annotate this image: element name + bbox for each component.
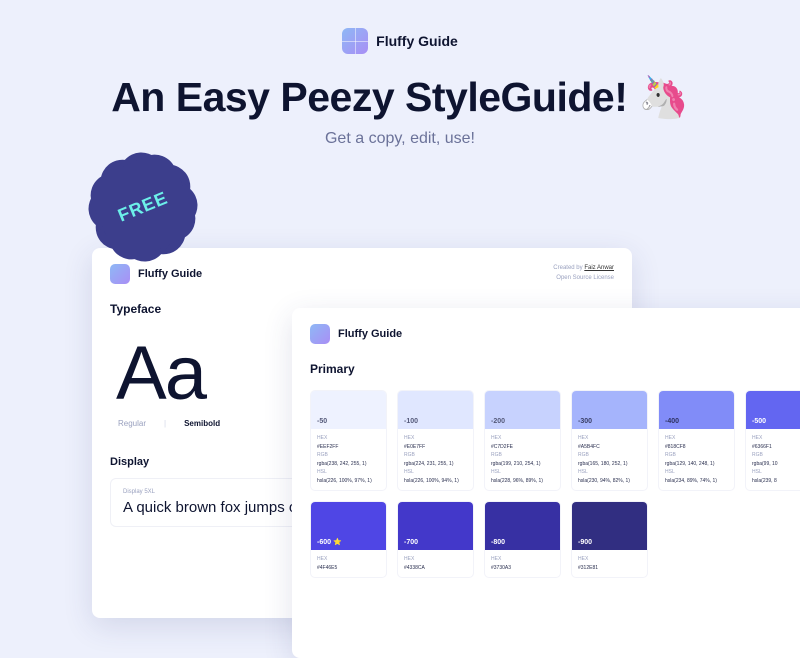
swatch-step: -100 [404, 418, 418, 425]
swatch-chip: -800 [485, 502, 560, 550]
swatch-step: -600 ⭐ [317, 538, 342, 546]
subheadline: Get a copy, edit, use! [0, 130, 800, 148]
card-title: Fluffy Guide [338, 328, 402, 340]
swatch-chip: -300 [572, 391, 647, 429]
card-header: Fluffy Guide Created by Faiz Anwar Open … [110, 264, 614, 284]
weight-regular: Regular [118, 419, 146, 428]
card-header: Fluffy Guide CO [310, 324, 800, 344]
swatch-chip: -600 ⭐ [311, 502, 386, 550]
color-swatch: -50 HEX#EEF2FFRGBrgba(238, 242, 255, 1)HS… [310, 390, 387, 491]
colors-card: Fluffy Guide CO Primary -50 HEX#EEF2FFRGB… [292, 308, 800, 658]
card-title: Fluffy Guide [138, 268, 202, 280]
swatch-chip: -400 [659, 391, 734, 429]
swatch-meta: HEX#4338CA [398, 550, 473, 577]
color-swatch: -300 HEX#A5B4FCRGBrgba(165, 180, 252, 1)H… [571, 390, 648, 491]
swatch-meta: HEX#EEF2FFRGBrgba(238, 242, 255, 1)HSLhs… [311, 429, 386, 490]
swatch-meta: HEX#818CF8RGBrgba(129, 140, 248, 1)HSLhs… [659, 429, 734, 490]
swatch-meta: HEX#312E81 [572, 550, 647, 577]
swatch-step: -200 [491, 418, 505, 425]
swatch-chip: -50 [311, 391, 386, 429]
weight-semibold: Semibold [184, 419, 220, 428]
color-swatch: -600 ⭐ HEX#4F46E5 [310, 501, 387, 578]
brand-icon [342, 28, 368, 54]
swatch-meta: HEX#A5B4FCRGBrgba(165, 180, 252, 1)HSLhs… [572, 429, 647, 490]
color-swatch: -900 HEX#312E81 [571, 501, 648, 578]
swatch-step: -700 [404, 539, 418, 546]
swatch-step: -400 [665, 418, 679, 425]
swatch-row-1: -50 HEX#EEF2FFRGBrgba(238, 242, 255, 1)HS… [310, 390, 800, 491]
swatch-chip: -700 [398, 502, 473, 550]
swatch-chip: -900 [572, 502, 647, 550]
author-link[interactable]: Faiz Anwar [584, 265, 614, 271]
swatch-chip: -200 [485, 391, 560, 429]
swatch-step: -50 [317, 418, 327, 425]
card-meta: Created by Faiz Anwar Open Source Licens… [553, 264, 614, 283]
free-badge: FREE [98, 162, 188, 252]
swatch-meta: HEX#E0E7FFRGBrgba(224, 231, 255, 1)HSLhs… [398, 429, 473, 490]
swatch-meta: HEX#6366F1RGBrgba(99, 10HSLhsla(239, 8 [746, 429, 800, 490]
section-primary: Primary [310, 362, 800, 376]
swatch-meta: HEX#3730A3 [485, 550, 560, 577]
swatch-step: -800 [491, 539, 505, 546]
swatch-chip: -500 [746, 391, 800, 429]
swatch-step: -500 [752, 418, 766, 425]
color-swatch: -800 HEX#3730A3 [484, 501, 561, 578]
brand-header: Fluffy Guide [0, 0, 800, 54]
swatch-step: -900 [578, 539, 592, 546]
color-swatch: -700 HEX#4338CA [397, 501, 474, 578]
color-swatch: -500 HEX#6366F1RGBrgba(99, 10HSLhsla(239,… [745, 390, 800, 491]
swatch-step: -300 [578, 418, 592, 425]
color-swatch: -400 HEX#818CF8RGBrgba(129, 140, 248, 1)H… [658, 390, 735, 491]
color-swatch: -200 HEX#C7D2FERGBrgba(199, 210, 254, 1)H… [484, 390, 561, 491]
color-swatch: -100 HEX#E0E7FFRGBrgba(224, 231, 255, 1)H… [397, 390, 474, 491]
brand-icon [110, 264, 130, 284]
brand-icon [310, 324, 330, 344]
swatch-chip: -100 [398, 391, 473, 429]
swatch-meta: HEX#4F46E5 [311, 550, 386, 577]
swatch-meta: HEX#C7D2FERGBrgba(199, 210, 254, 1)HSLhs… [485, 429, 560, 490]
license-text: Open Source License [553, 274, 614, 284]
headline: An Easy Peezy StyleGuide! 🦄 [0, 74, 800, 122]
swatch-row-2: -600 ⭐ HEX#4F46E5 -700 HEX#4338CA -800 HEX#37… [310, 501, 800, 578]
brand-name: Fluffy Guide [376, 33, 458, 49]
created-label: Created by [553, 265, 584, 271]
